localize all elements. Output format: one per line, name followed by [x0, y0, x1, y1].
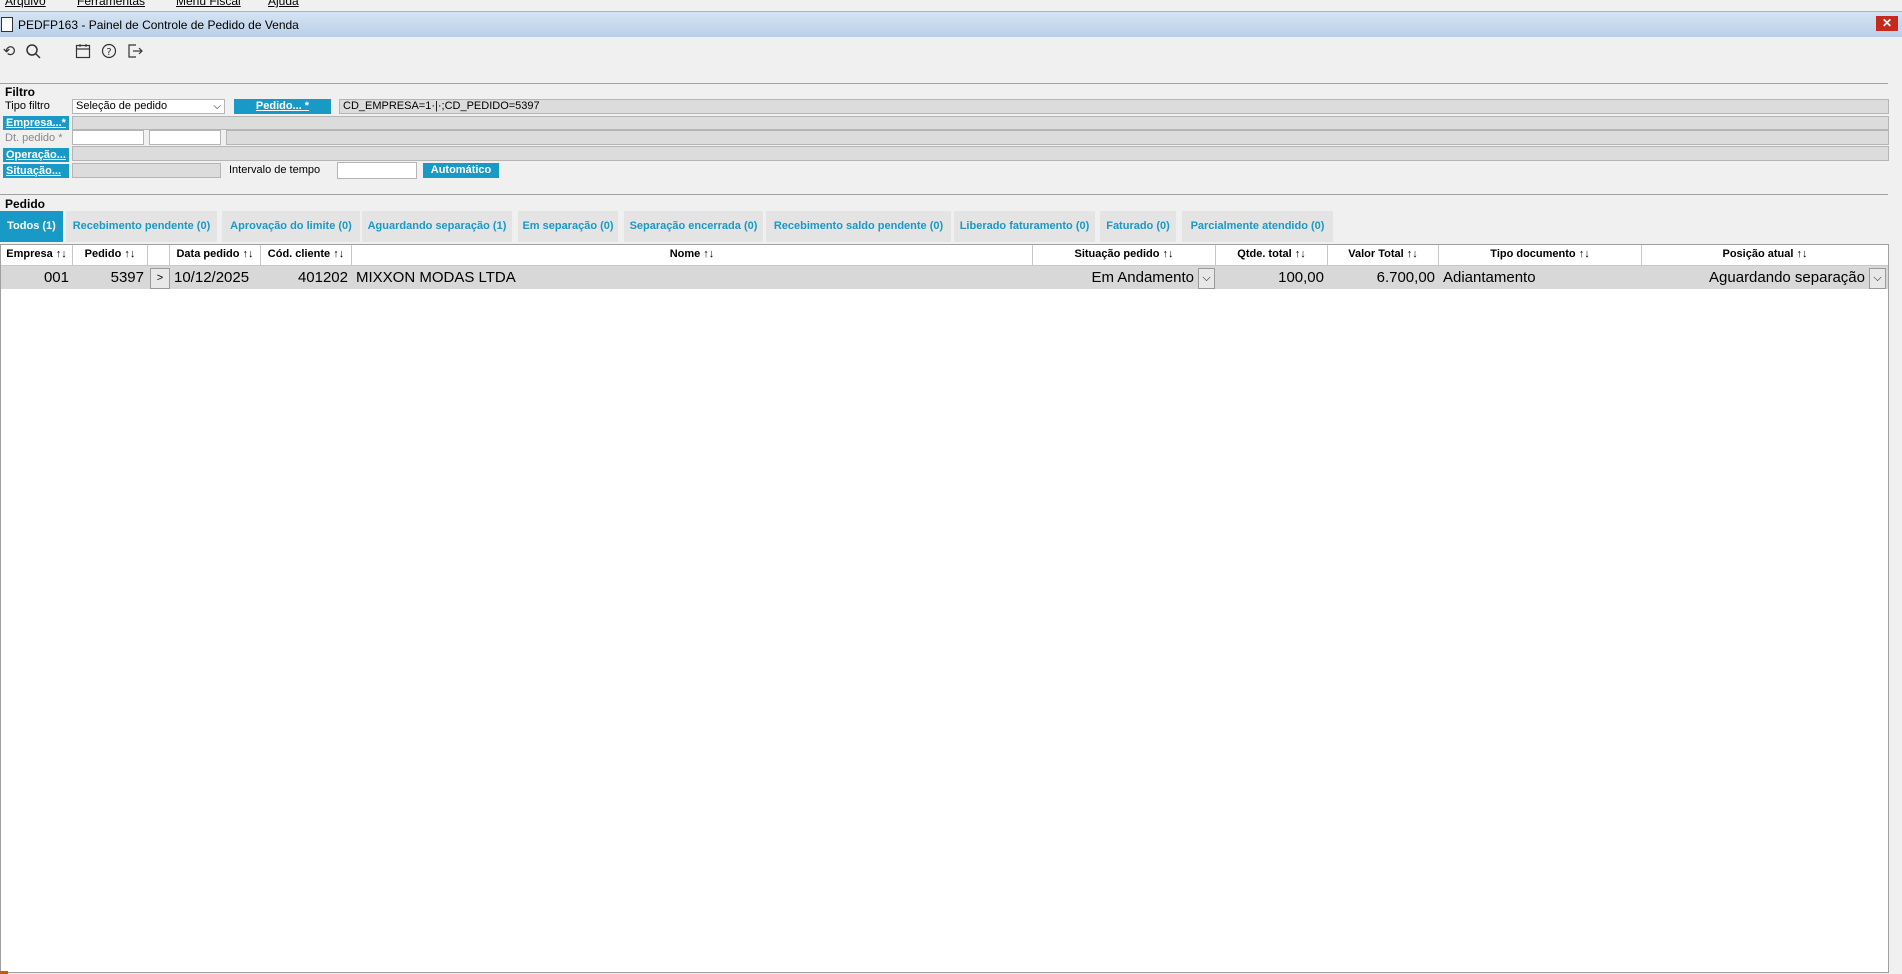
menu-ajuda[interactable]: Ajuda — [268, 0, 299, 8]
pedido-filter-field[interactable]: CD_EMPRESA=1·|·;CD_PEDIDO=5397 — [339, 99, 1889, 114]
search-icon[interactable] — [24, 43, 42, 61]
intervalo-tempo-field[interactable] — [337, 162, 417, 179]
pedido-button[interactable]: Pedido... * — [234, 99, 331, 114]
document-icon — [1, 17, 13, 32]
dt-pedido-end-field[interactable] — [149, 130, 221, 145]
empresa-button[interactable]: Empresa...* — [3, 116, 69, 130]
cell-valor-total: 6.700,00 — [1376, 269, 1435, 286]
pedido-divider — [0, 194, 1888, 195]
toolbar: ⟲ ? — [0, 38, 1902, 66]
dt-pedido-label: Dt. pedido * — [5, 132, 63, 144]
col-valor-total[interactable]: Valor Total ↑↓ — [1328, 245, 1439, 265]
tab-todos[interactable]: Todos (1) — [0, 211, 63, 242]
situacao-dropdown-icon[interactable]: ⌵ — [1198, 268, 1215, 289]
cell-situacao: Em Andamento — [1091, 269, 1194, 286]
svg-text:?: ? — [106, 47, 111, 58]
menu-ferramentas[interactable]: Ferramentas — [77, 0, 145, 8]
operacao-button[interactable]: Operação... — [3, 148, 69, 162]
operacao-filter-field[interactable] — [72, 146, 1889, 161]
tab-separacao-encerrada[interactable]: Separação encerrada (0) — [624, 211, 763, 242]
tab-recebimento-saldo-pendente[interactable]: Recebimento saldo pendente (0) — [766, 211, 951, 242]
filter-section-title: Filtro — [5, 85, 35, 99]
col-pedido[interactable]: Pedido ↑↓ — [73, 245, 148, 265]
tipo-filtro-select[interactable]: Seleção de pedido ⌵ — [72, 99, 225, 114]
col-situacao-pedido[interactable]: Situação pedido ↑↓ — [1033, 245, 1216, 265]
help-icon[interactable]: ? — [100, 43, 118, 61]
menu-bar: Arquivo Ferramentas Menu Fiscal Ajuda — [0, 0, 1902, 10]
col-cod-cliente[interactable]: Cód. cliente ↑↓ — [261, 245, 352, 265]
dt-pedido-range-field[interactable] — [226, 130, 1889, 145]
tab-aprovacao-limite[interactable]: Aprovação do limite (0) — [222, 211, 360, 242]
filter-divider — [0, 83, 1888, 84]
pedido-section-title: Pedido — [5, 197, 46, 211]
cell-posicao-atual: Aguardando separação — [1709, 269, 1865, 286]
tab-recebimento-pendente[interactable]: Recebimento pendente (0) — [66, 211, 217, 242]
tab-faturado[interactable]: Faturado (0) — [1100, 211, 1176, 242]
col-tipo-documento[interactable]: Tipo documento ↑↓ — [1439, 245, 1642, 265]
col-nome[interactable]: Nome ↑↓ — [352, 245, 1033, 265]
tipo-filtro-label: Tipo filtro — [5, 100, 50, 112]
pedido-filter-value: CD_EMPRESA=1·|·;CD_PEDIDO=5397 — [343, 100, 540, 112]
situacao-filter-field[interactable] — [72, 163, 221, 178]
col-data-pedido[interactable]: Data pedido ↑↓ — [170, 245, 261, 265]
tab-em-separacao[interactable]: Em separação (0) — [518, 211, 618, 242]
pedido-grid: Empresa ↑↓ Pedido ↑↓ Data pedido ↑↓ Cód.… — [0, 244, 1889, 973]
menu-arquivo[interactable]: Arquivo — [5, 0, 46, 8]
table-row[interactable]: 001 5397 > 10/12/2025 401202 MIXXON MODA… — [1, 266, 1888, 289]
chevron-down-icon: ⌵ — [213, 101, 221, 112]
col-posicao-atual[interactable]: Posição atual ↑↓ — [1642, 245, 1888, 265]
expand-row-button[interactable]: > — [150, 268, 170, 289]
refresh-icon[interactable]: ⟲ — [0, 43, 18, 61]
window-titlebar: PEDFP163 - Painel de Controle de Pedido … — [0, 11, 1902, 37]
cell-qtde-total: 100,00 — [1278, 269, 1324, 286]
col-qtde-total[interactable]: Qtde. total ↑↓ — [1216, 245, 1328, 265]
tab-aguardando-separacao[interactable]: Aguardando separação (1) — [362, 211, 512, 242]
cell-pedido: 5397 — [110, 269, 144, 286]
cell-cod-cliente: 401202 — [297, 269, 348, 286]
posicao-dropdown-icon[interactable]: ⌵ — [1869, 268, 1886, 289]
cell-data-pedido: 10/12/2025 — [174, 269, 250, 286]
exit-icon[interactable] — [126, 43, 144, 61]
empresa-filter-field[interactable] — [72, 116, 1889, 130]
cell-nome: MIXXON MODAS LTDA — [356, 269, 516, 286]
tab-liberado-faturamento[interactable]: Liberado faturamento (0) — [954, 211, 1095, 242]
col-expand — [148, 245, 170, 265]
grid-header: Empresa ↑↓ Pedido ↑↓ Data pedido ↑↓ Cód.… — [1, 245, 1888, 266]
col-empresa[interactable]: Empresa ↑↓ — [1, 245, 73, 265]
intervalo-tempo-label: Intervalo de tempo — [229, 164, 321, 176]
situacao-button[interactable]: Situação... — [3, 164, 69, 178]
cell-empresa: 001 — [43, 269, 69, 286]
dt-pedido-start-field[interactable] — [72, 130, 144, 145]
window-title: PEDFP163 - Painel de Controle de Pedido … — [18, 18, 299, 32]
tab-parcialmente-atendido[interactable]: Parcialmente atendido (0) — [1182, 211, 1333, 242]
calendar-icon[interactable] — [74, 43, 92, 61]
tipo-filtro-value: Seleção de pedido — [76, 100, 168, 112]
automatico-button[interactable]: Automático — [423, 163, 499, 178]
menu-fiscal[interactable]: Menu Fiscal — [176, 0, 241, 8]
cell-tipo-documento: Adiantamento — [1443, 269, 1536, 286]
close-button[interactable]: ✕ — [1876, 16, 1898, 31]
